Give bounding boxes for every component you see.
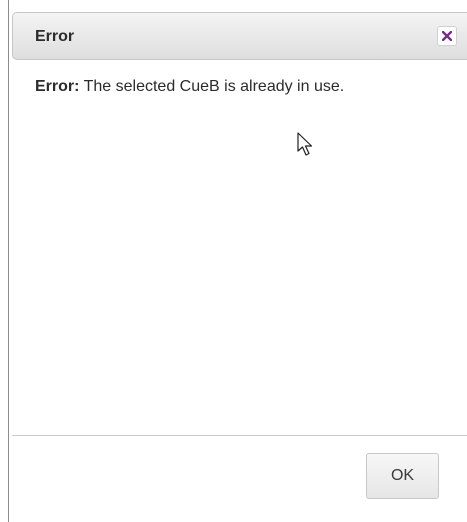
error-message-label: Error: bbox=[35, 78, 80, 95]
error-dialog: Error Error: The selected CueB is alread… bbox=[0, 0, 467, 522]
close-icon bbox=[442, 31, 452, 41]
mouse-pointer-icon bbox=[297, 132, 313, 163]
close-button[interactable] bbox=[437, 26, 457, 46]
dialog-footer-divider bbox=[12, 435, 467, 436]
dialog-titlebar[interactable]: Error bbox=[12, 12, 467, 60]
error-message-text: The selected CueB is already in use. bbox=[79, 78, 345, 95]
dialog-left-border bbox=[8, 0, 9, 522]
error-message: Error: The selected CueB is already in u… bbox=[35, 78, 344, 96]
dialog-title: Error bbox=[35, 28, 75, 45]
ok-button[interactable]: OK bbox=[366, 453, 439, 499]
